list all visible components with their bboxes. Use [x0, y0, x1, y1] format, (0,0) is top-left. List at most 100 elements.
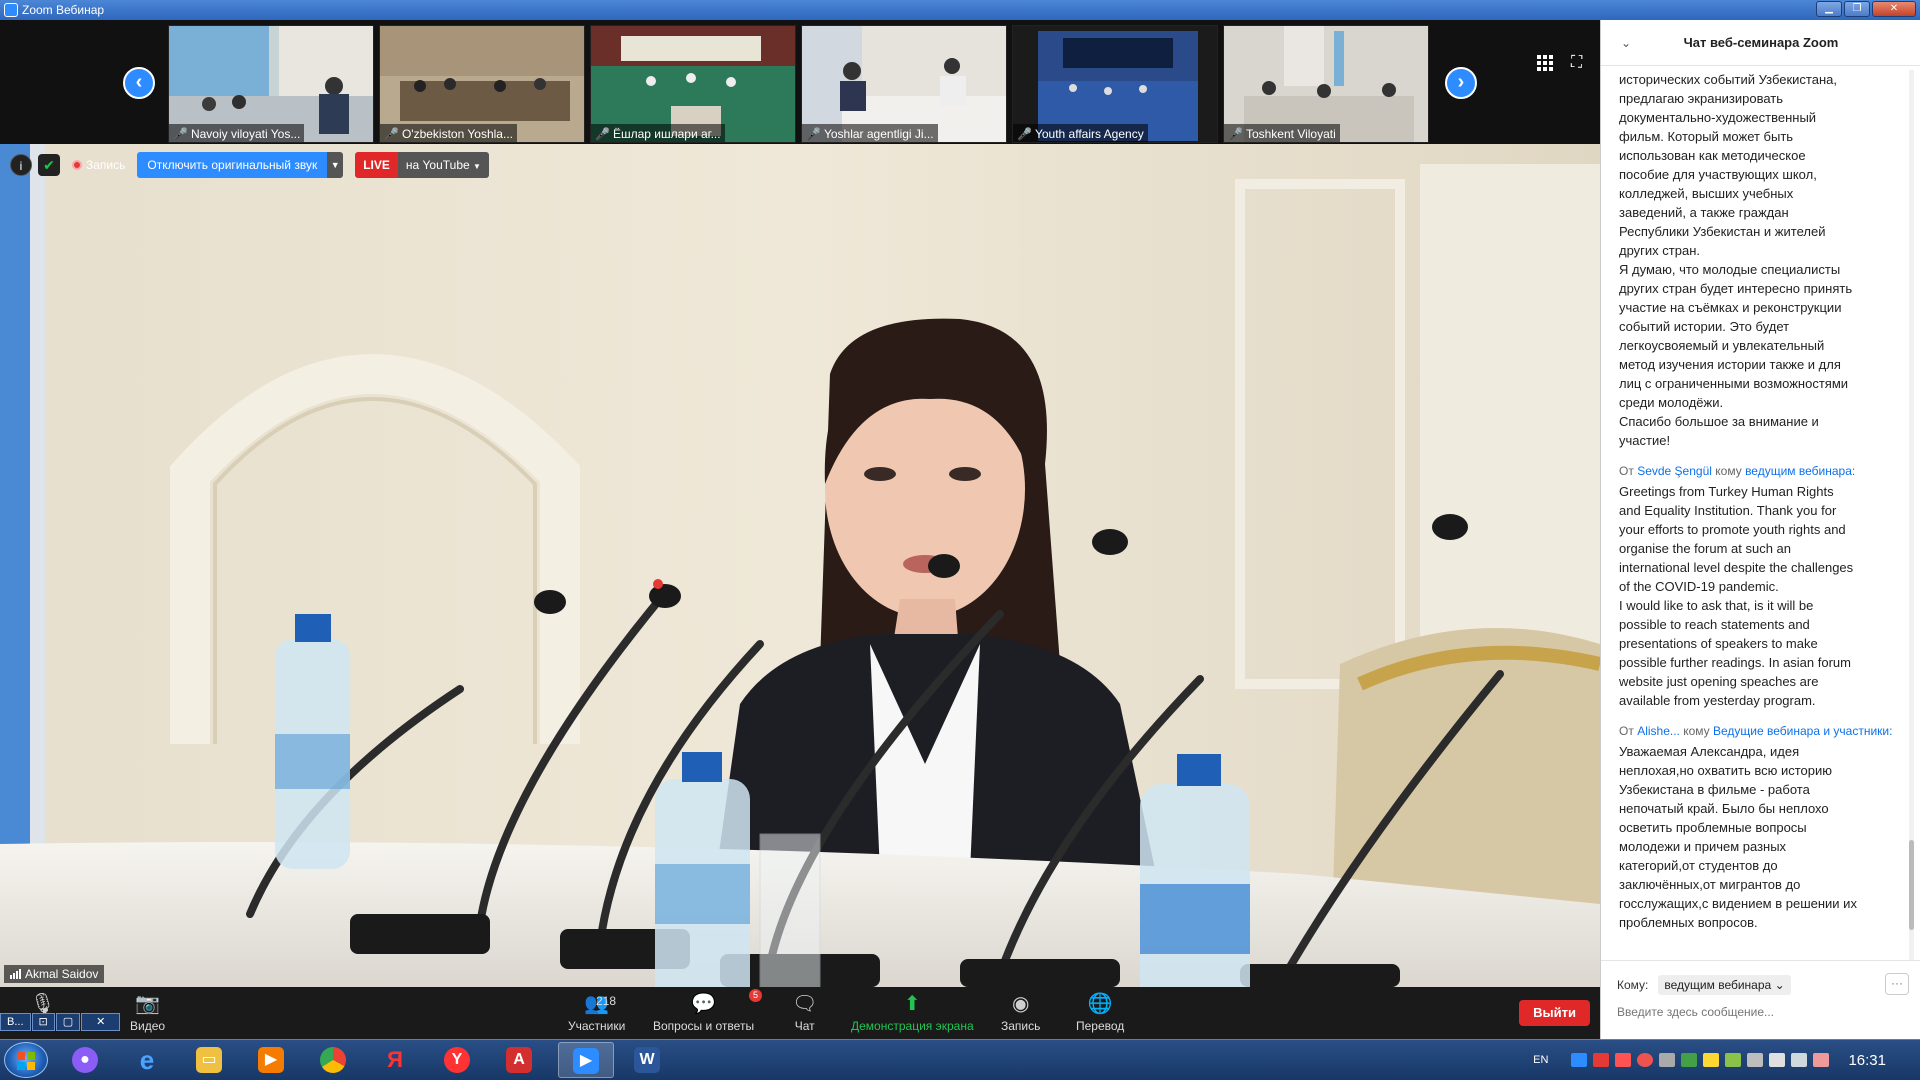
chevron-down-icon: ⌄: [1774, 978, 1785, 992]
yandex-icon: Я: [387, 1047, 403, 1072]
participant-thumbnail-strip: ‹ 🎤 Navoiy viloyati Yos... 🎤 O'zbekiston Y…: [0, 20, 1600, 144]
folder-icon: ▭: [196, 1047, 222, 1073]
taskbar-clock[interactable]: 16:31: [1848, 1052, 1886, 1069]
keyboard-tray-icon[interactable]: [1747, 1053, 1764, 1067]
record-button[interactable]: ◉ Запись: [1001, 991, 1040, 1033]
info-icon[interactable]: i: [10, 154, 32, 176]
thumbnail-name-label: 🎤 Ёшлар ишлари аг...: [591, 124, 725, 142]
chat-message-meta: От Sevde Şengül кому ведущим вебинара:: [1619, 464, 1856, 478]
video-thumbnail[interactable]: 🎤 Ёшлар ишлари аг...: [590, 25, 796, 143]
qa-button[interactable]: 💬 5 Вопросы и ответы: [653, 989, 763, 1033]
chat-title: Чат веб-семинара Zoom: [1683, 35, 1839, 50]
active-speaker-name-label: Akmal Saidov: [4, 965, 105, 983]
active-speaker-video: i ✔ Запись Отключить оригинальный звук ▼…: [0, 144, 1600, 987]
volume-muted-tray-icon[interactable]: [1813, 1053, 1830, 1067]
window-title-bar[interactable]: Zoom Вебинар ▁ ❐ ✕: [0, 0, 1920, 20]
updates-tray-icon[interactable]: [1703, 1053, 1720, 1067]
language-indicator[interactable]: EN: [1533, 1054, 1548, 1066]
chat-message-text: Уважаемая Александра, идея неплохая,но о…: [1619, 744, 1857, 930]
video-thumbnail[interactable]: 🎤 Navoiy viloyati Yos...: [168, 25, 374, 143]
chat-message-input[interactable]: [1617, 1005, 1907, 1019]
taskbar-app-chrome[interactable]: [306, 1042, 362, 1078]
chat-more-options-button[interactable]: ···: [1885, 973, 1909, 995]
taskbar-app-yandex-browser[interactable]: Y: [430, 1042, 486, 1078]
video-thumbnail[interactable]: 🎤 Yoshlar agentligi Ji...: [801, 25, 1007, 143]
close-window-button[interactable]: ✕: [1872, 1, 1916, 17]
video-thumbnail[interactable]: 🎤 Toshkent Viloyati: [1223, 25, 1429, 143]
minimize-button[interactable]: ▁: [1816, 1, 1842, 17]
translate-button[interactable]: 🌐 Перевод: [1076, 991, 1124, 1033]
thumbnail-name-label: 🎤 Yoshlar agentligi Ji...: [802, 124, 938, 142]
network-tray-icon[interactable]: [1791, 1053, 1808, 1067]
chat-scrollbar[interactable]: [1909, 70, 1914, 960]
mic-muted-icon: 🎤: [173, 127, 188, 141]
security-shield-icon[interactable]: ✔: [38, 154, 60, 176]
participants-button[interactable]: 👥 218 Участники: [568, 991, 625, 1033]
chat-message-text: исторических событий Узбекистана, предла…: [1619, 72, 1853, 448]
pen-tray-icon[interactable]: [1659, 1053, 1676, 1067]
warning-tray-icon[interactable]: [1593, 1053, 1610, 1067]
taskbar-app-explorer[interactable]: ▭: [182, 1042, 238, 1078]
to-label: Кому:: [1617, 978, 1649, 992]
taskbar-app-pdf[interactable]: A: [492, 1042, 548, 1078]
shield-tray-icon[interactable]: [1681, 1053, 1698, 1067]
maximize-button[interactable]: ❐: [1844, 1, 1870, 17]
mic-muted-icon: 🎤: [806, 127, 821, 141]
taskbar-app-ie[interactable]: e: [120, 1042, 176, 1078]
chat-icon: 🗨: [792, 993, 818, 1015]
taskbar-app-word[interactable]: W: [620, 1042, 676, 1078]
taskbar-app-yandex[interactable]: Я: [368, 1042, 424, 1078]
zoom-webinar-window: Zoom Вебинар ▁ ❐ ✕ ‹ 🎤 Navoiy viloyati Yo…: [0, 0, 1920, 1080]
restore-icon[interactable]: ⊡: [31, 1013, 55, 1031]
record-label: Запись: [1001, 1019, 1041, 1033]
chat-messages: исторических событий Узбекистана, предла…: [1619, 70, 1909, 950]
chat-sender[interactable]: Sevde Şengül: [1637, 464, 1712, 478]
thumbnail-name-label: 🎤 O'zbekiston Yoshla...: [380, 124, 517, 142]
chat-message: От Sevde Şengül кому ведущим вебинара: G…: [1619, 462, 1909, 710]
messenger-icon: ●: [72, 1047, 98, 1073]
chat-button[interactable]: 🗨 Чат: [792, 991, 817, 1033]
chevron-right-icon: ›: [1457, 71, 1465, 93]
qa-label: Вопросы и ответы: [653, 1019, 755, 1033]
leave-button[interactable]: Выйти: [1519, 1000, 1590, 1026]
live-stream-badge[interactable]: LIVE на YouTube ▼: [355, 152, 489, 178]
thumbnail-name-label: 🎤 Youth affairs Agency: [1013, 124, 1148, 142]
next-page-button[interactable]: ›: [1445, 67, 1477, 99]
taskbar-app-messenger[interactable]: ●: [58, 1042, 114, 1078]
yandex-tray-icon[interactable]: [1615, 1053, 1632, 1067]
video-thumbnail[interactable]: 🎤 Youth affairs Agency: [1012, 25, 1218, 143]
share-screen-button[interactable]: ⬆ Демонстрация экрана: [851, 991, 974, 1033]
video-label: Видео: [130, 1019, 166, 1033]
chat-scrollbar-thumb[interactable]: [1909, 840, 1914, 930]
chevron-left-icon: ‹: [135, 71, 143, 93]
share-screen-icon: ⬆: [903, 993, 921, 1015]
mic-muted-icon: 🎤: [595, 127, 610, 141]
close-icon[interactable]: ✕: [81, 1013, 121, 1031]
recording-indicator[interactable]: Запись: [66, 158, 131, 172]
video-button[interactable]: 📷 Видео: [130, 991, 165, 1033]
recipient-select[interactable]: ведущим вебинара ⌄: [1658, 975, 1791, 995]
webinar-status-bar: i ✔ Запись Отключить оригинальный звук ▼…: [10, 152, 489, 178]
taskbar-app-label[interactable]: B...: [0, 1013, 31, 1031]
gallery-view-icon[interactable]: [1537, 55, 1553, 71]
participants-count: 218: [596, 994, 617, 1008]
system-tray: EN 16:31: [1533, 1040, 1920, 1080]
taskbar-app-zoom[interactable]: ▶: [558, 1042, 614, 1078]
zoom-tray-icon[interactable]: [1571, 1053, 1588, 1067]
maximize-icon[interactable]: ▢: [55, 1013, 81, 1031]
chat-sender[interactable]: Alishe...: [1637, 724, 1680, 738]
stream-target: на YouTube ▼: [397, 152, 489, 178]
original-sound-dropdown-caret[interactable]: ▼: [327, 152, 344, 178]
prev-page-button[interactable]: ‹: [123, 67, 155, 99]
taskbar-app-media[interactable]: ▶: [244, 1042, 300, 1078]
fullscreen-icon[interactable]: ⛶: [1571, 55, 1587, 71]
block-tray-icon[interactable]: [1637, 1053, 1654, 1067]
flag-tray-icon[interactable]: [1769, 1053, 1786, 1067]
chevron-down-icon[interactable]: ⌄: [1621, 36, 1641, 50]
battery-tray-icon[interactable]: [1725, 1053, 1742, 1067]
more-dots-icon: ···: [1891, 976, 1903, 990]
start-button[interactable]: [4, 1042, 48, 1078]
video-thumbnail[interactable]: 🎤 O'zbekiston Yoshla...: [379, 25, 585, 143]
yandex-browser-icon: Y: [444, 1047, 470, 1073]
turn-off-original-sound-button[interactable]: Отключить оригинальный звук: [137, 152, 328, 178]
